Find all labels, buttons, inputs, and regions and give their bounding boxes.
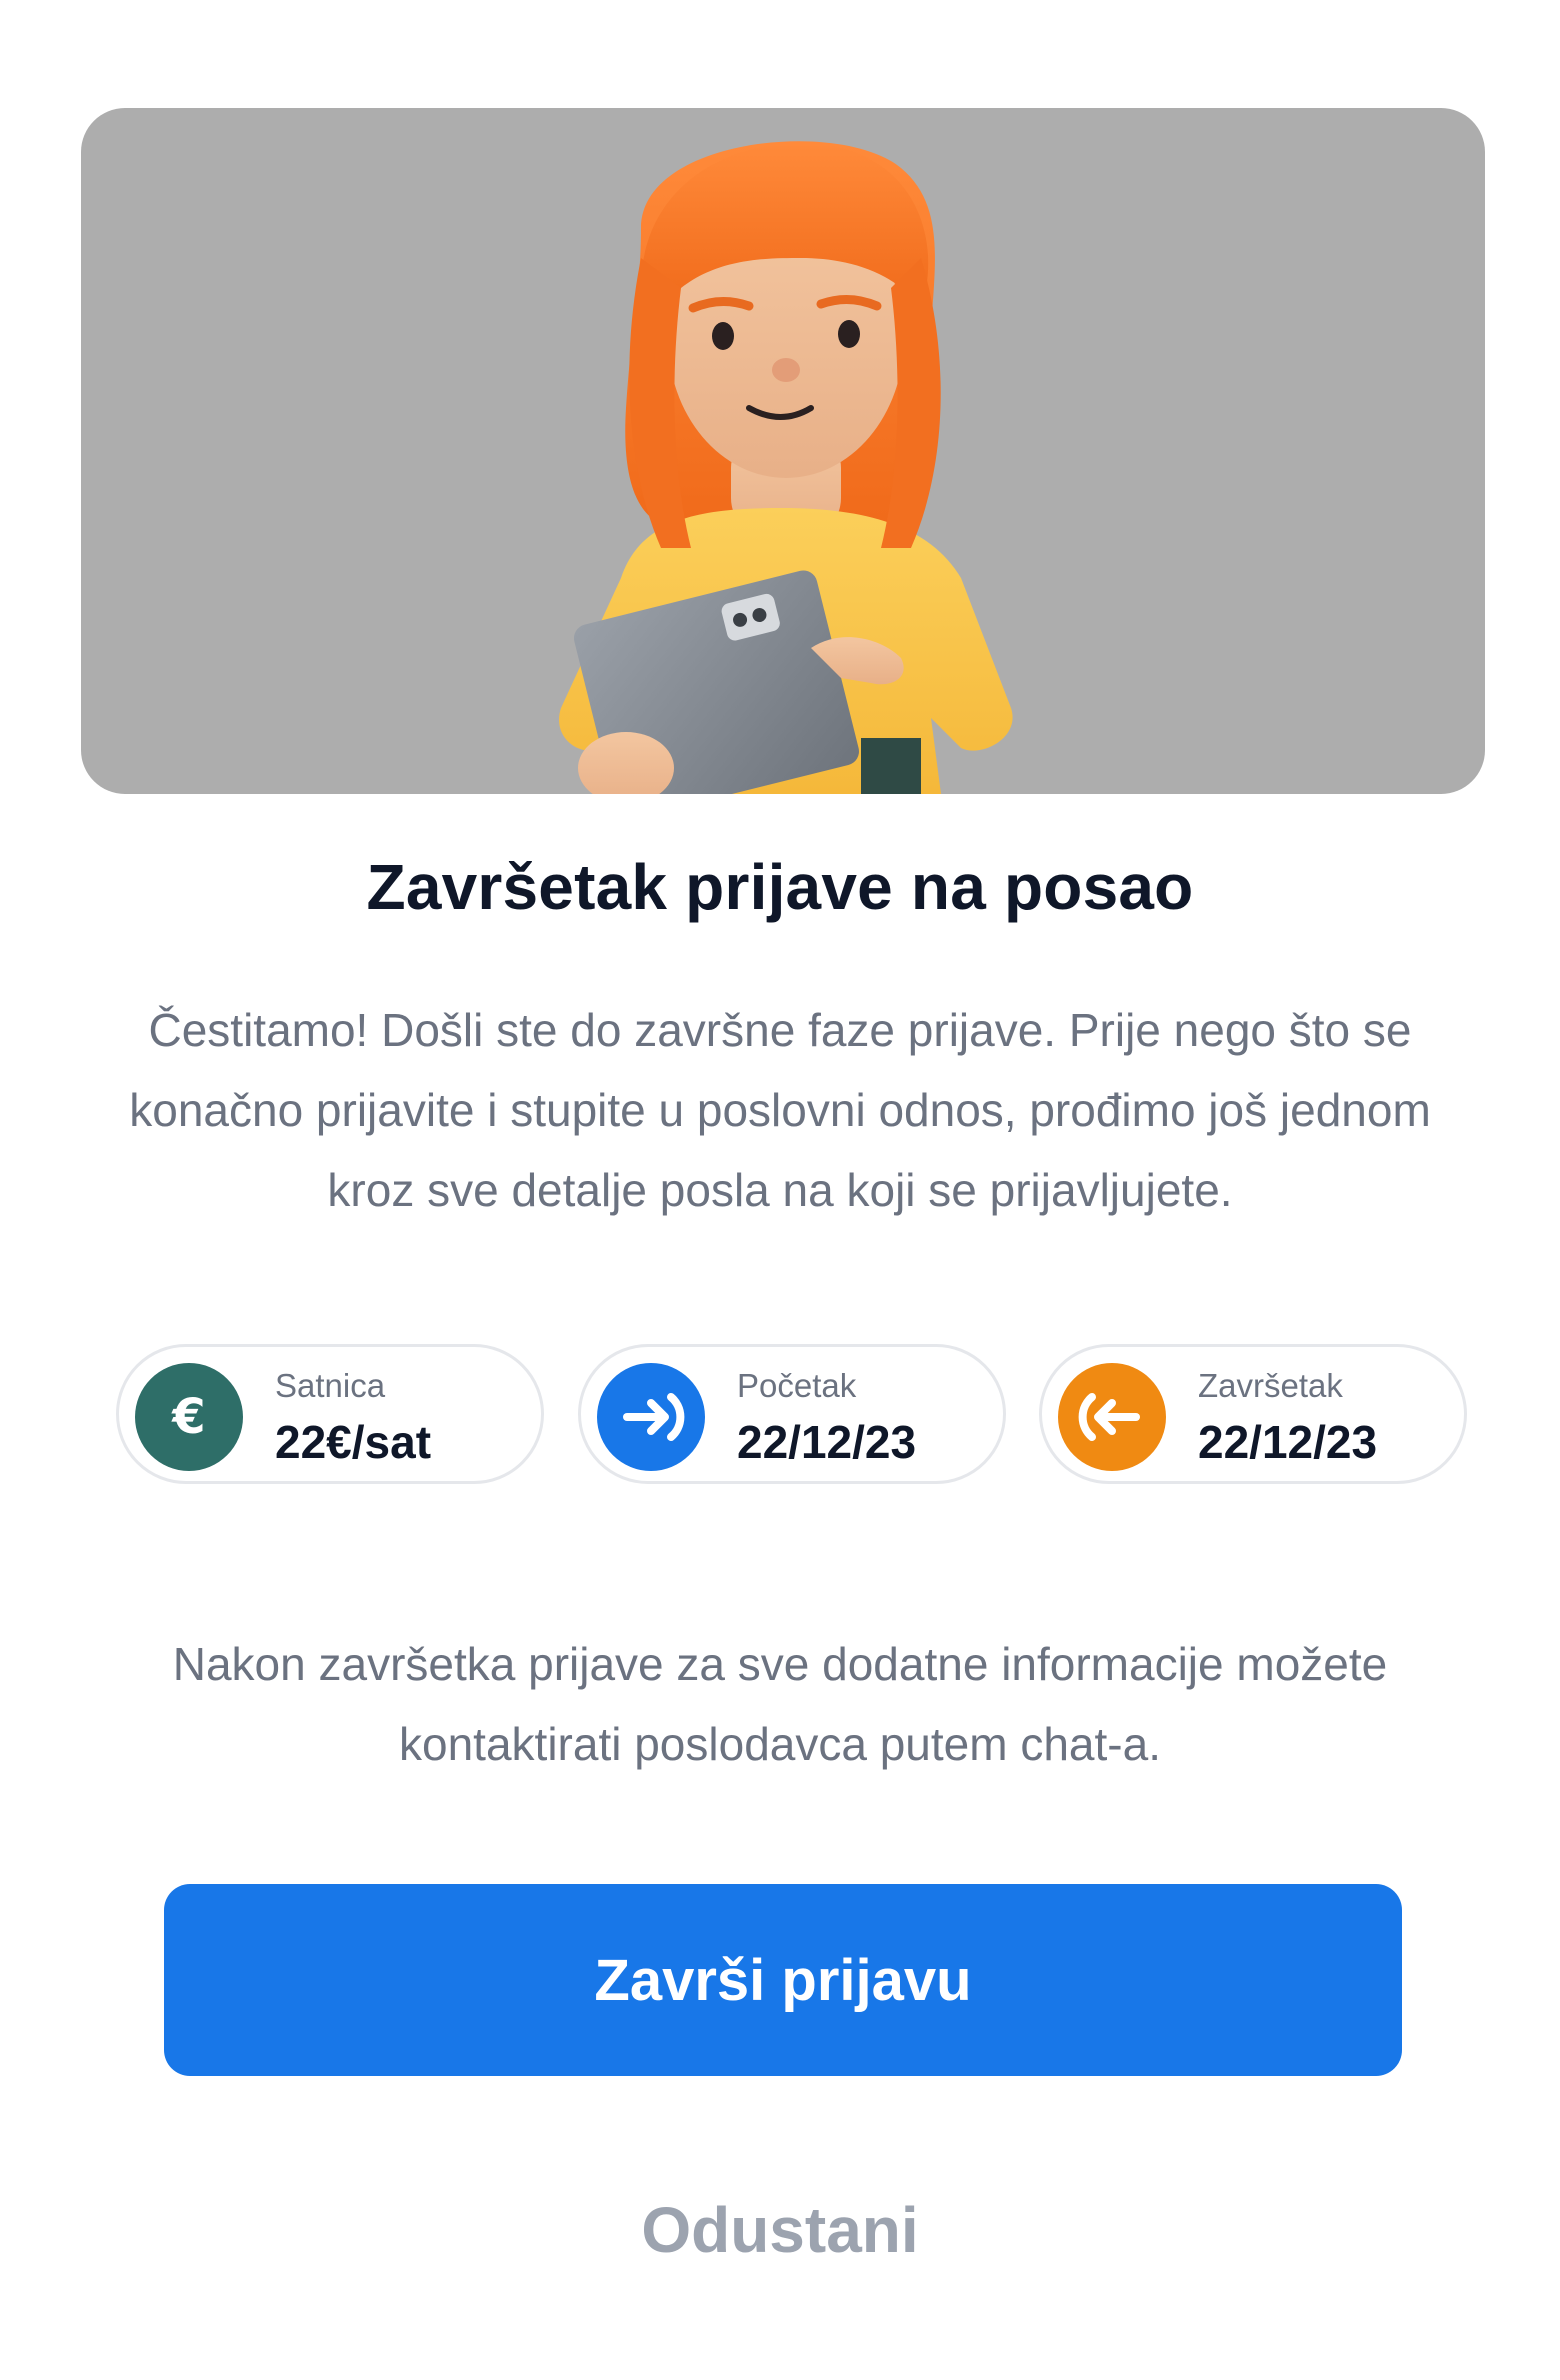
page-title: Završetak prijave na posao xyxy=(366,851,1194,923)
pill-value: 22€/sat xyxy=(275,1416,432,1468)
euro-icon: € xyxy=(135,1363,243,1471)
finish-application-button[interactable]: Završi prijavu xyxy=(164,1884,1402,2076)
pill-label: Početak xyxy=(737,1367,857,1404)
cancel-button[interactable]: Odustani xyxy=(480,2180,1080,2280)
pill-label: Satnica xyxy=(275,1367,386,1404)
svg-text:€: € xyxy=(171,1389,205,1445)
job-details: € Satnica 22€/sat Početak 22/12/23 Završ… xyxy=(116,1344,1468,1488)
end-date-pill: Završetak 22/12/23 xyxy=(1039,1344,1467,1484)
pill-value: 22/12/23 xyxy=(1198,1416,1378,1468)
hourly-rate-pill: € Satnica 22€/sat xyxy=(116,1344,544,1484)
pill-label: Završetak xyxy=(1198,1367,1343,1404)
arrow-in-icon xyxy=(597,1363,705,1471)
info-note: Nakon završetka prijave za sve dodatne i… xyxy=(172,1638,1388,1770)
hero-illustration xyxy=(81,108,1485,794)
woman-with-tablet-illustration xyxy=(559,141,1013,794)
arrow-out-icon xyxy=(1058,1363,1166,1471)
intro-text: Čestitamo! Došli ste do završne faze pri… xyxy=(129,1004,1431,1216)
pill-value: 22/12/23 xyxy=(737,1416,917,1468)
start-date-pill: Početak 22/12/23 xyxy=(578,1344,1006,1484)
